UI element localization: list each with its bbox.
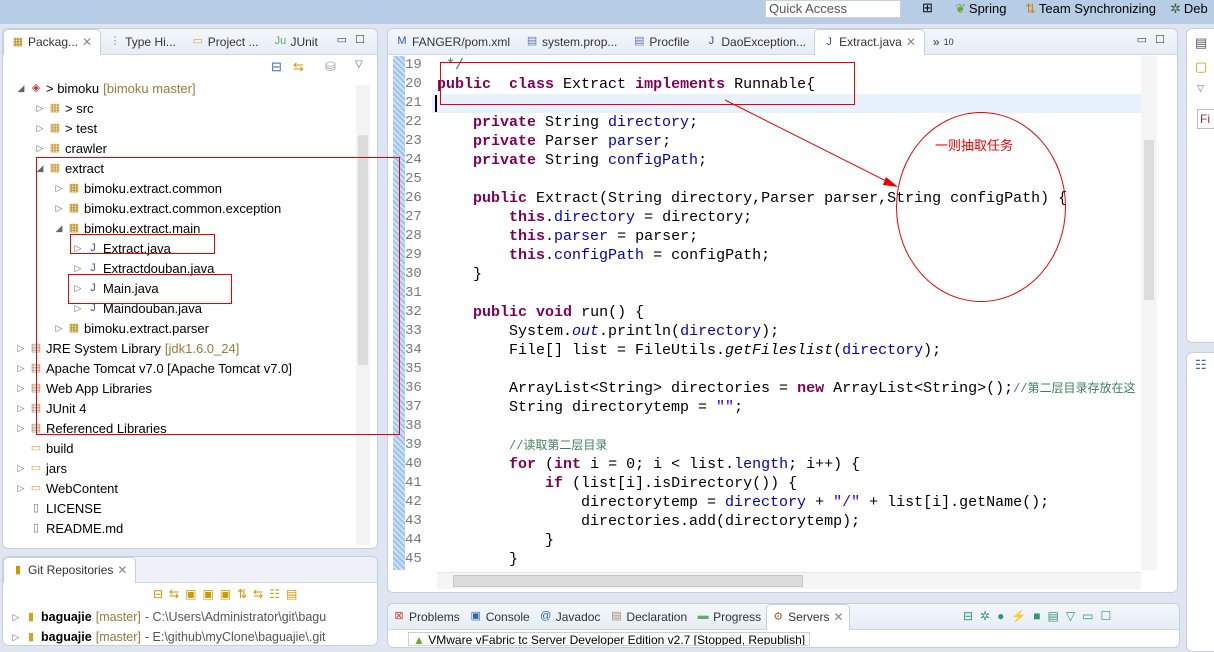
line-number: 36 xyxy=(405,380,422,396)
line-number: 30 xyxy=(405,266,422,282)
line-number: 35 xyxy=(405,361,422,377)
line-number: 26 xyxy=(405,190,422,206)
line-number: 31 xyxy=(405,285,422,301)
line-number: 33 xyxy=(405,323,422,339)
line-number: 20 xyxy=(405,76,422,92)
line-number: 24 xyxy=(405,152,422,168)
annotation-arrow xyxy=(724,99,898,187)
line-number: 25 xyxy=(405,171,422,187)
line-number: 41 xyxy=(405,475,422,491)
line-number: 45 xyxy=(405,551,422,567)
line-number: 21 xyxy=(405,95,422,111)
line-number: 29 xyxy=(405,247,422,263)
line-number: 28 xyxy=(405,228,422,244)
line-number: 19 xyxy=(405,57,422,73)
line-number: 37 xyxy=(405,399,422,415)
line-number: 22 xyxy=(405,114,422,130)
line-number: 32 xyxy=(405,304,422,320)
line-number: 38 xyxy=(405,418,422,434)
line-number: 40 xyxy=(405,456,422,472)
line-number: 42 xyxy=(405,494,422,510)
line-number: 39 xyxy=(405,437,422,453)
line-number: 27 xyxy=(405,209,422,225)
line-number: 34 xyxy=(405,342,422,358)
line-number: 44 xyxy=(405,532,422,548)
line-number: 23 xyxy=(405,133,422,149)
line-number: 43 xyxy=(405,513,422,529)
